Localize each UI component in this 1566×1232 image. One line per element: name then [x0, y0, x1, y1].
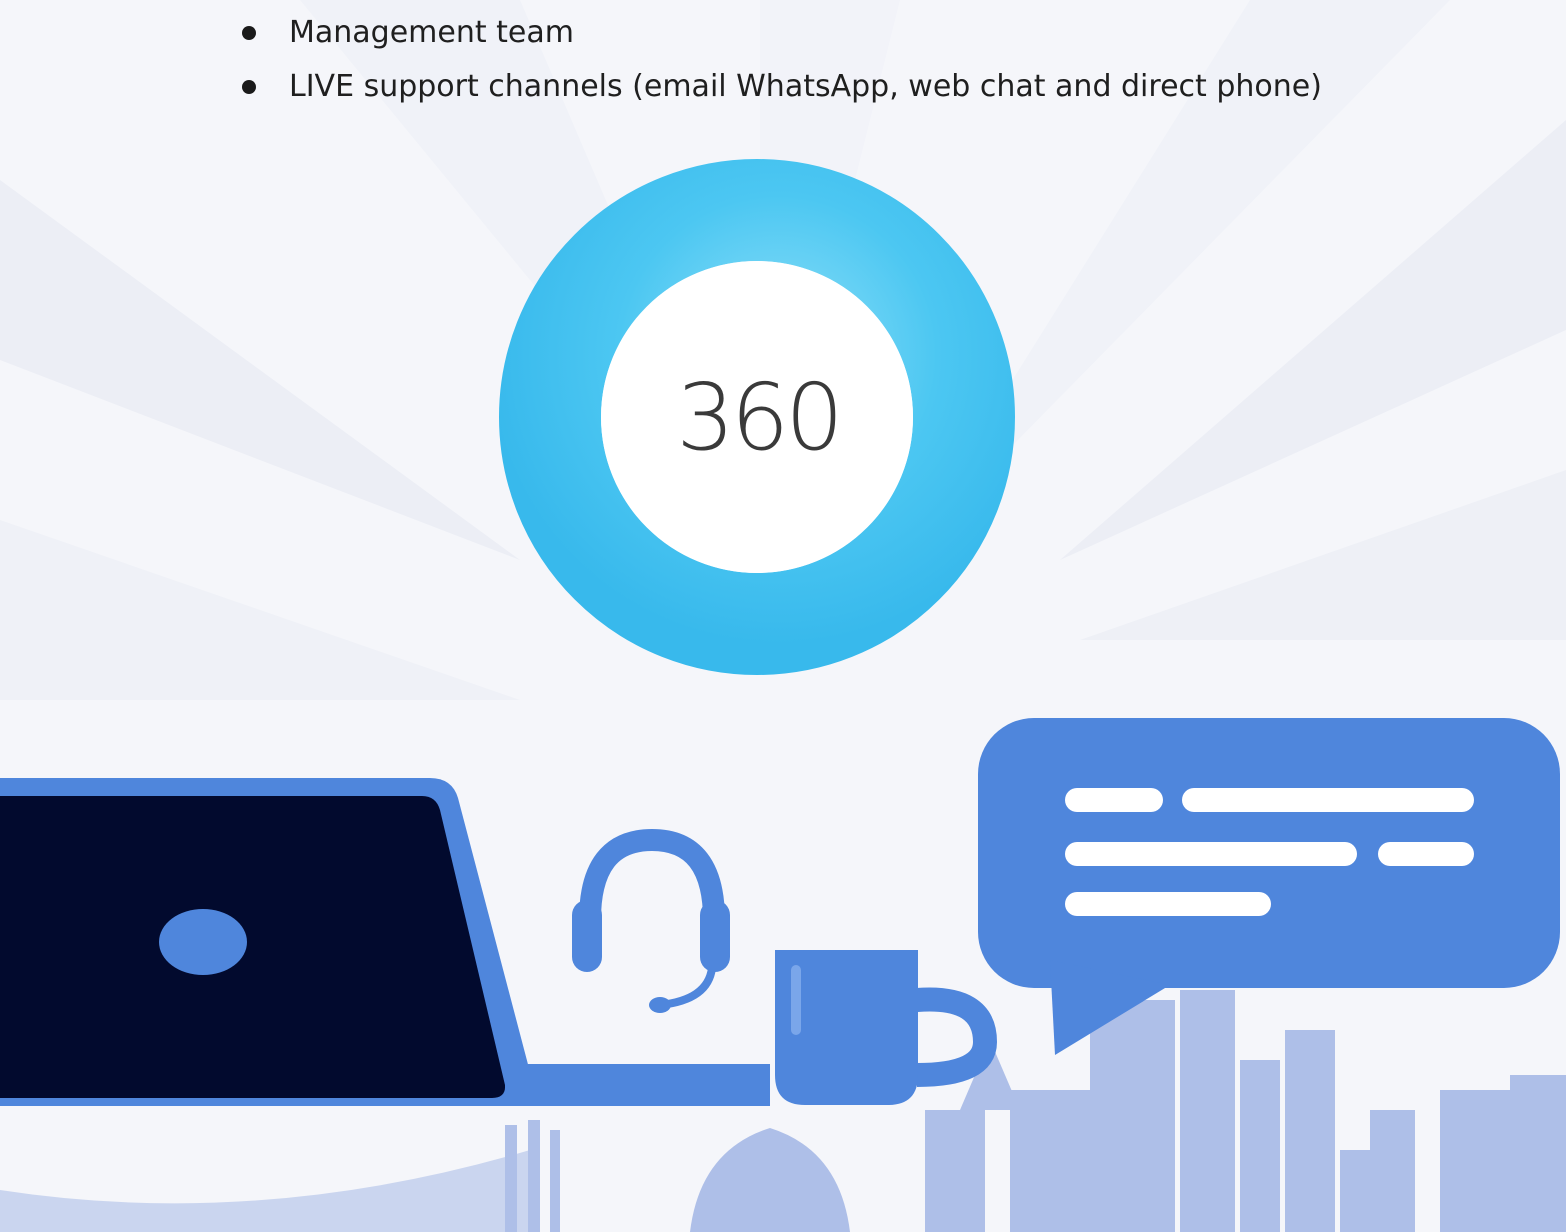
- illustration: [0, 159, 1566, 1232]
- bullet-item-management-team: Management team: [240, 8, 1322, 62]
- feature-bullet-list: Management team LIVE support channels (e…: [240, 8, 1322, 116]
- chat-bubble-icon: [978, 718, 1560, 1055]
- bullet-text: LIVE support channels (email WhatsApp, w…: [289, 69, 1322, 104]
- bullet-item-live-support: LIVE support channels (email WhatsApp, w…: [240, 62, 1322, 116]
- bullet-text: Management team: [289, 15, 574, 50]
- headset-icon: [572, 828, 730, 1013]
- laptop-icon: [0, 778, 770, 1106]
- bullet-dot: [242, 80, 256, 94]
- badge-number: 360: [676, 364, 844, 471]
- bullet-dot: [242, 26, 256, 40]
- coffee-mug-icon: [775, 950, 998, 1105]
